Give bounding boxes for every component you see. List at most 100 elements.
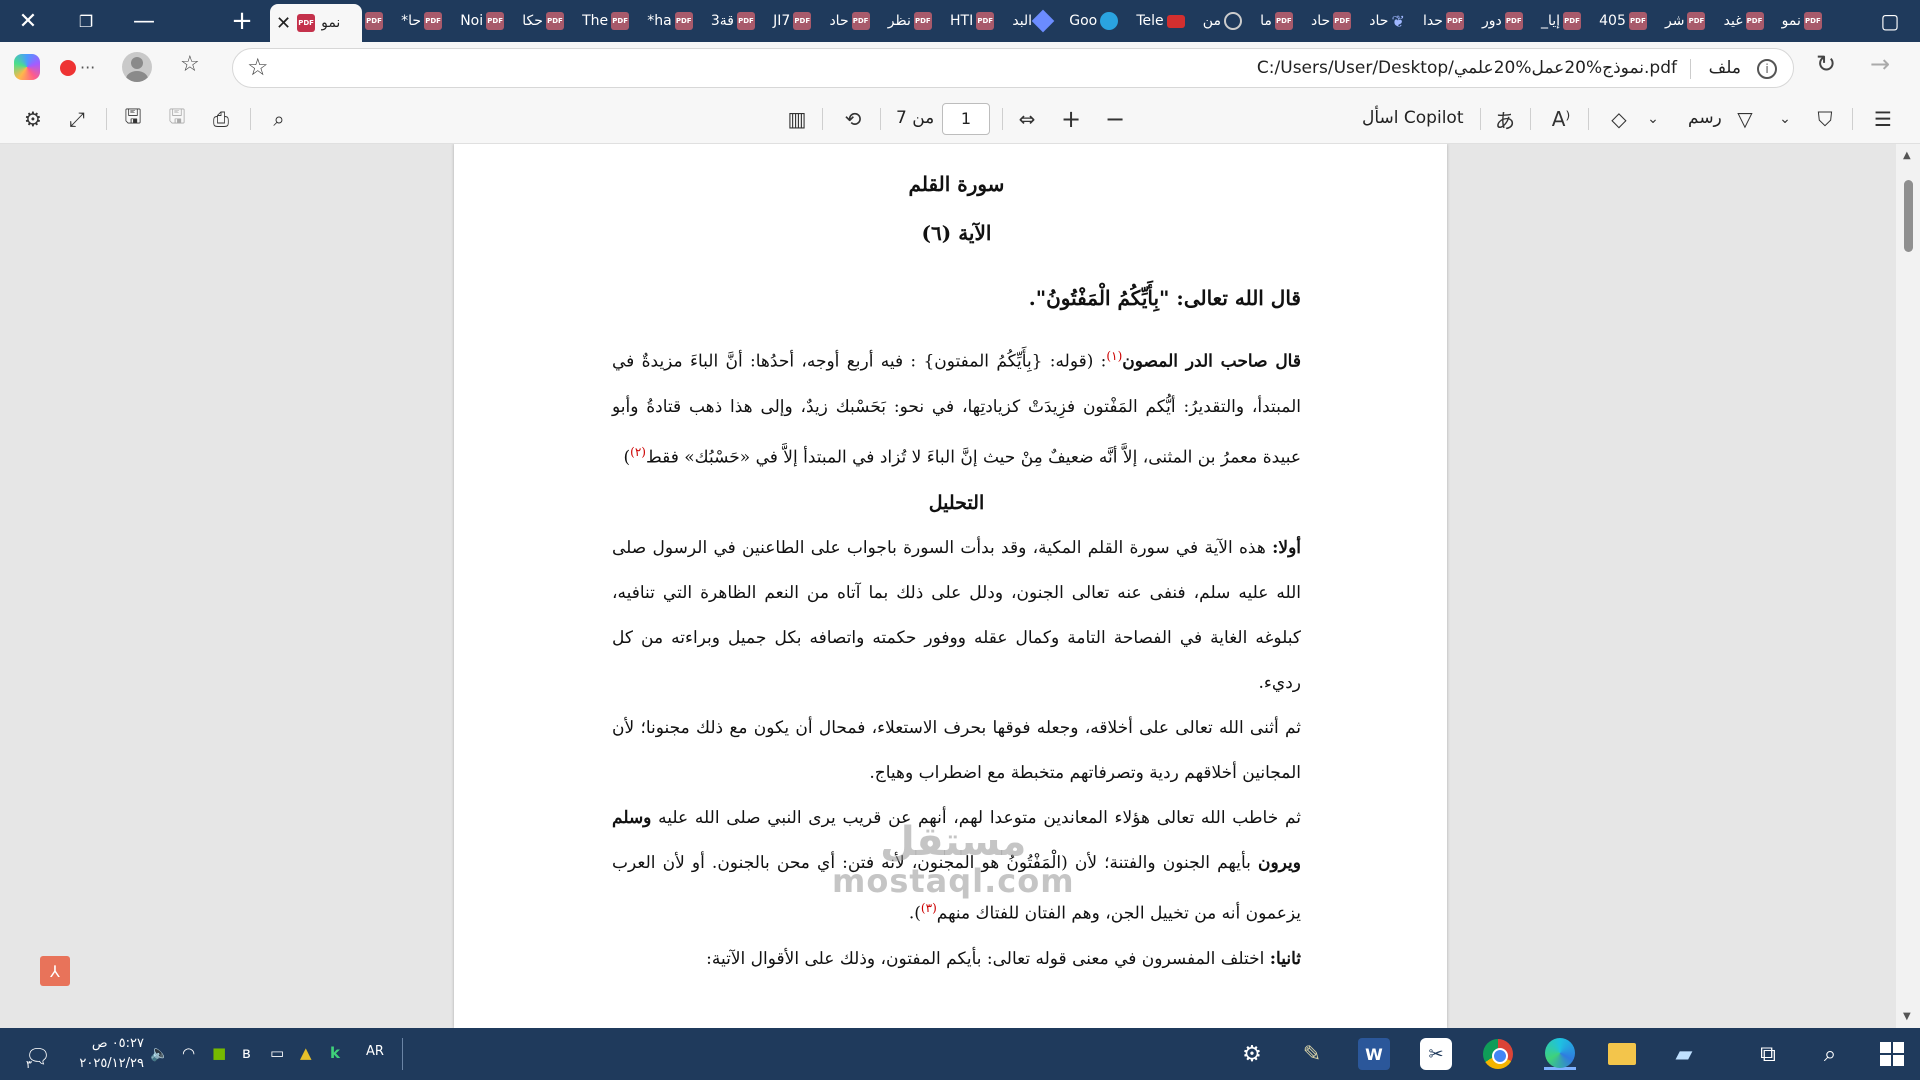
toolbar-divider [880, 108, 881, 130]
draw-pen-icon[interactable]: ▽ [1732, 106, 1758, 132]
save-as-icon[interactable]: 🖫 [120, 104, 146, 132]
add-favorite-icon[interactable]: ☆ [247, 53, 269, 81]
capcut-icon[interactable]: ✂ [1420, 1038, 1452, 1070]
fit-width-icon[interactable]: ⇔ [1014, 106, 1040, 132]
toolbar-divider [822, 108, 823, 130]
page-number-input[interactable]: 1 [942, 103, 990, 135]
address-url[interactable]: C:/Users/User/Desktop/نموذج%20عمل%20علمي… [1257, 58, 1677, 78]
browser-tab[interactable]: نمو PDF [1782, 6, 1822, 36]
k-app-icon[interactable]: k [330, 1044, 340, 1062]
acrobat-icon[interactable]: ⅄ [40, 956, 70, 986]
scroll-up-icon[interactable]: ▲ [1903, 150, 1911, 161]
highlight-icon[interactable]: ⛉ [1812, 106, 1838, 132]
browser-tab-label: Goo [1069, 13, 1098, 29]
browser-tab[interactable]: ما PDF [1260, 6, 1293, 36]
favorites-icon[interactable]: ☆ [180, 52, 200, 77]
browser-tab[interactable]: حكا PDF [522, 6, 564, 36]
site-info-icon[interactable]: i [1757, 59, 1777, 79]
task-view-icon[interactable]: ⧉ [1752, 1038, 1784, 1070]
ask-copilot-button[interactable]: اسأل Copilot [1362, 108, 1463, 128]
browser-tab[interactable]: _إيا PDF [1541, 6, 1581, 36]
search-icon[interactable]: ⌕ [1814, 1038, 1846, 1070]
clock[interactable]: ٠٥:٢٧ ص ٢٠٢٥/١٢/٢٩ [60, 1034, 144, 1074]
forward-icon[interactable]: → [1870, 50, 1890, 78]
save-icon[interactable]: 🖫 [164, 104, 190, 132]
bluetooth-icon[interactable]: ʙ [242, 1044, 251, 1062]
zoom-out-icon[interactable]: − [1102, 105, 1128, 133]
start-icon[interactable] [1876, 1038, 1908, 1070]
refresh-icon[interactable]: ↻ [1816, 50, 1836, 78]
rotate-icon[interactable]: ⟲ [840, 106, 866, 132]
browser-tab[interactable]: JI7 PDF [773, 6, 812, 36]
battery-icon[interactable]: ▭ [270, 1044, 284, 1062]
address-field[interactable]: ☆ C:/Users/User/Desktop/نموذج%20عمل%20عل… [232, 48, 1794, 88]
chevron-down-icon[interactable]: ⌄ [1640, 106, 1666, 132]
language-indicator[interactable]: AR [366, 1044, 384, 1059]
active-tab-title: نمو [321, 15, 341, 31]
browser-tab[interactable]: حاد ❦ [1369, 6, 1405, 36]
print-icon[interactable]: ⎙ [208, 106, 234, 132]
read-aloud-icon[interactable]: A⁾ [1548, 106, 1574, 132]
close-tab-icon[interactable]: ✕ [276, 13, 291, 34]
browser-tab-label: حكا [522, 13, 543, 29]
browser-tab[interactable]: غيد PDF [1724, 6, 1764, 36]
nvidia-icon[interactable]: ■ [212, 1044, 226, 1062]
browser-tab[interactable]: 405 PDF [1599, 6, 1647, 36]
close-window-icon[interactable]: ✕ [0, 0, 56, 42]
minimize-window-icon[interactable]: — [116, 0, 172, 42]
vertical-scrollbar[interactable]: ▲ ▼ [1896, 144, 1920, 1028]
chrome-icon[interactable] [1482, 1038, 1514, 1070]
browser-tab[interactable]: The PDF [582, 6, 630, 36]
browser-tab[interactable]: Noi PDF [460, 6, 505, 36]
browser-tab[interactable]: Goo [1069, 6, 1119, 36]
translate-icon[interactable]: あ [1492, 106, 1518, 133]
browser-tab[interactable]: دور PDF [1482, 6, 1523, 36]
new-tab-button[interactable]: + [222, 4, 262, 38]
restore-window-icon[interactable]: ❐ [58, 0, 114, 42]
search-icon[interactable]: ⌕ [266, 106, 292, 132]
browser-tab[interactable]: *حا PDF [401, 6, 443, 36]
extensions-icon[interactable]: ··· [60, 58, 95, 77]
file-explorer-icon[interactable] [1606, 1038, 1638, 1070]
page-view-icon[interactable]: ▥ [784, 106, 810, 132]
draw-label[interactable]: رسم [1688, 108, 1722, 128]
eraser-icon[interactable]: ◇ [1606, 106, 1632, 132]
browser-tab[interactable]: من [1203, 6, 1242, 36]
scroll-thumb[interactable] [1904, 180, 1913, 252]
paragraph-second: ثم أثنى الله تعالى على أخلاقه، وجعله فوق… [612, 718, 1301, 784]
contents-list-icon[interactable]: ☰ [1870, 106, 1896, 132]
browser-tab[interactable]: نظر PDF [888, 6, 932, 36]
browser-tab[interactable]: Tele [1136, 6, 1185, 36]
footnote-ref[interactable]: (٢) [630, 445, 646, 459]
browser-tab[interactable]: 3قة PDF [711, 6, 755, 36]
chevron-down-icon[interactable]: ⌄ [1772, 106, 1798, 132]
toolbar-divider [1002, 108, 1003, 130]
word-icon[interactable]: W [1358, 1038, 1390, 1070]
copilot-icon[interactable] [14, 54, 40, 80]
avatar[interactable] [122, 52, 152, 82]
browser-tab[interactable]: *ha PDF [647, 6, 693, 36]
footnote-ref[interactable]: (٣) [921, 901, 937, 915]
browser-tab[interactable]: شر PDF [1665, 6, 1706, 36]
fullscreen-icon[interactable]: ⤢ [64, 106, 90, 132]
notepad-icon[interactable]: ✎ [1296, 1038, 1328, 1070]
volume-icon[interactable]: 🔈 [150, 1044, 169, 1062]
browser-tab[interactable]: حاد PDF [1311, 6, 1352, 36]
scroll-down-icon[interactable]: ▼ [1903, 1011, 1911, 1022]
wifi-icon[interactable]: ◠ [182, 1044, 195, 1062]
settings-gear-icon[interactable]: ⚙ [20, 106, 46, 132]
notes-app-icon[interactable]: ▰ [1668, 1038, 1700, 1070]
browser-tab[interactable]: HTI PDF [950, 6, 995, 36]
pdf-icon: PDF [365, 12, 383, 30]
tab-actions-icon[interactable]: ▢ [1870, 0, 1910, 42]
tray-app-icon[interactable]: ▲ [300, 1044, 312, 1062]
footnote-ref[interactable]: (١) [1106, 349, 1122, 363]
zoom-in-icon[interactable]: + [1058, 105, 1084, 133]
active-tab[interactable]: ✕ PDF نمو [270, 4, 362, 42]
browser-tab[interactable]: حدا PDF [1423, 6, 1464, 36]
browser-tab[interactable]: حاد PDF [829, 6, 870, 36]
browser-tab[interactable]: PDF [362, 6, 383, 36]
settings-gear-icon[interactable]: ⚙ [1236, 1038, 1268, 1070]
browser-tab[interactable]: البد [1012, 6, 1055, 36]
edge-icon[interactable] [1544, 1037, 1576, 1070]
